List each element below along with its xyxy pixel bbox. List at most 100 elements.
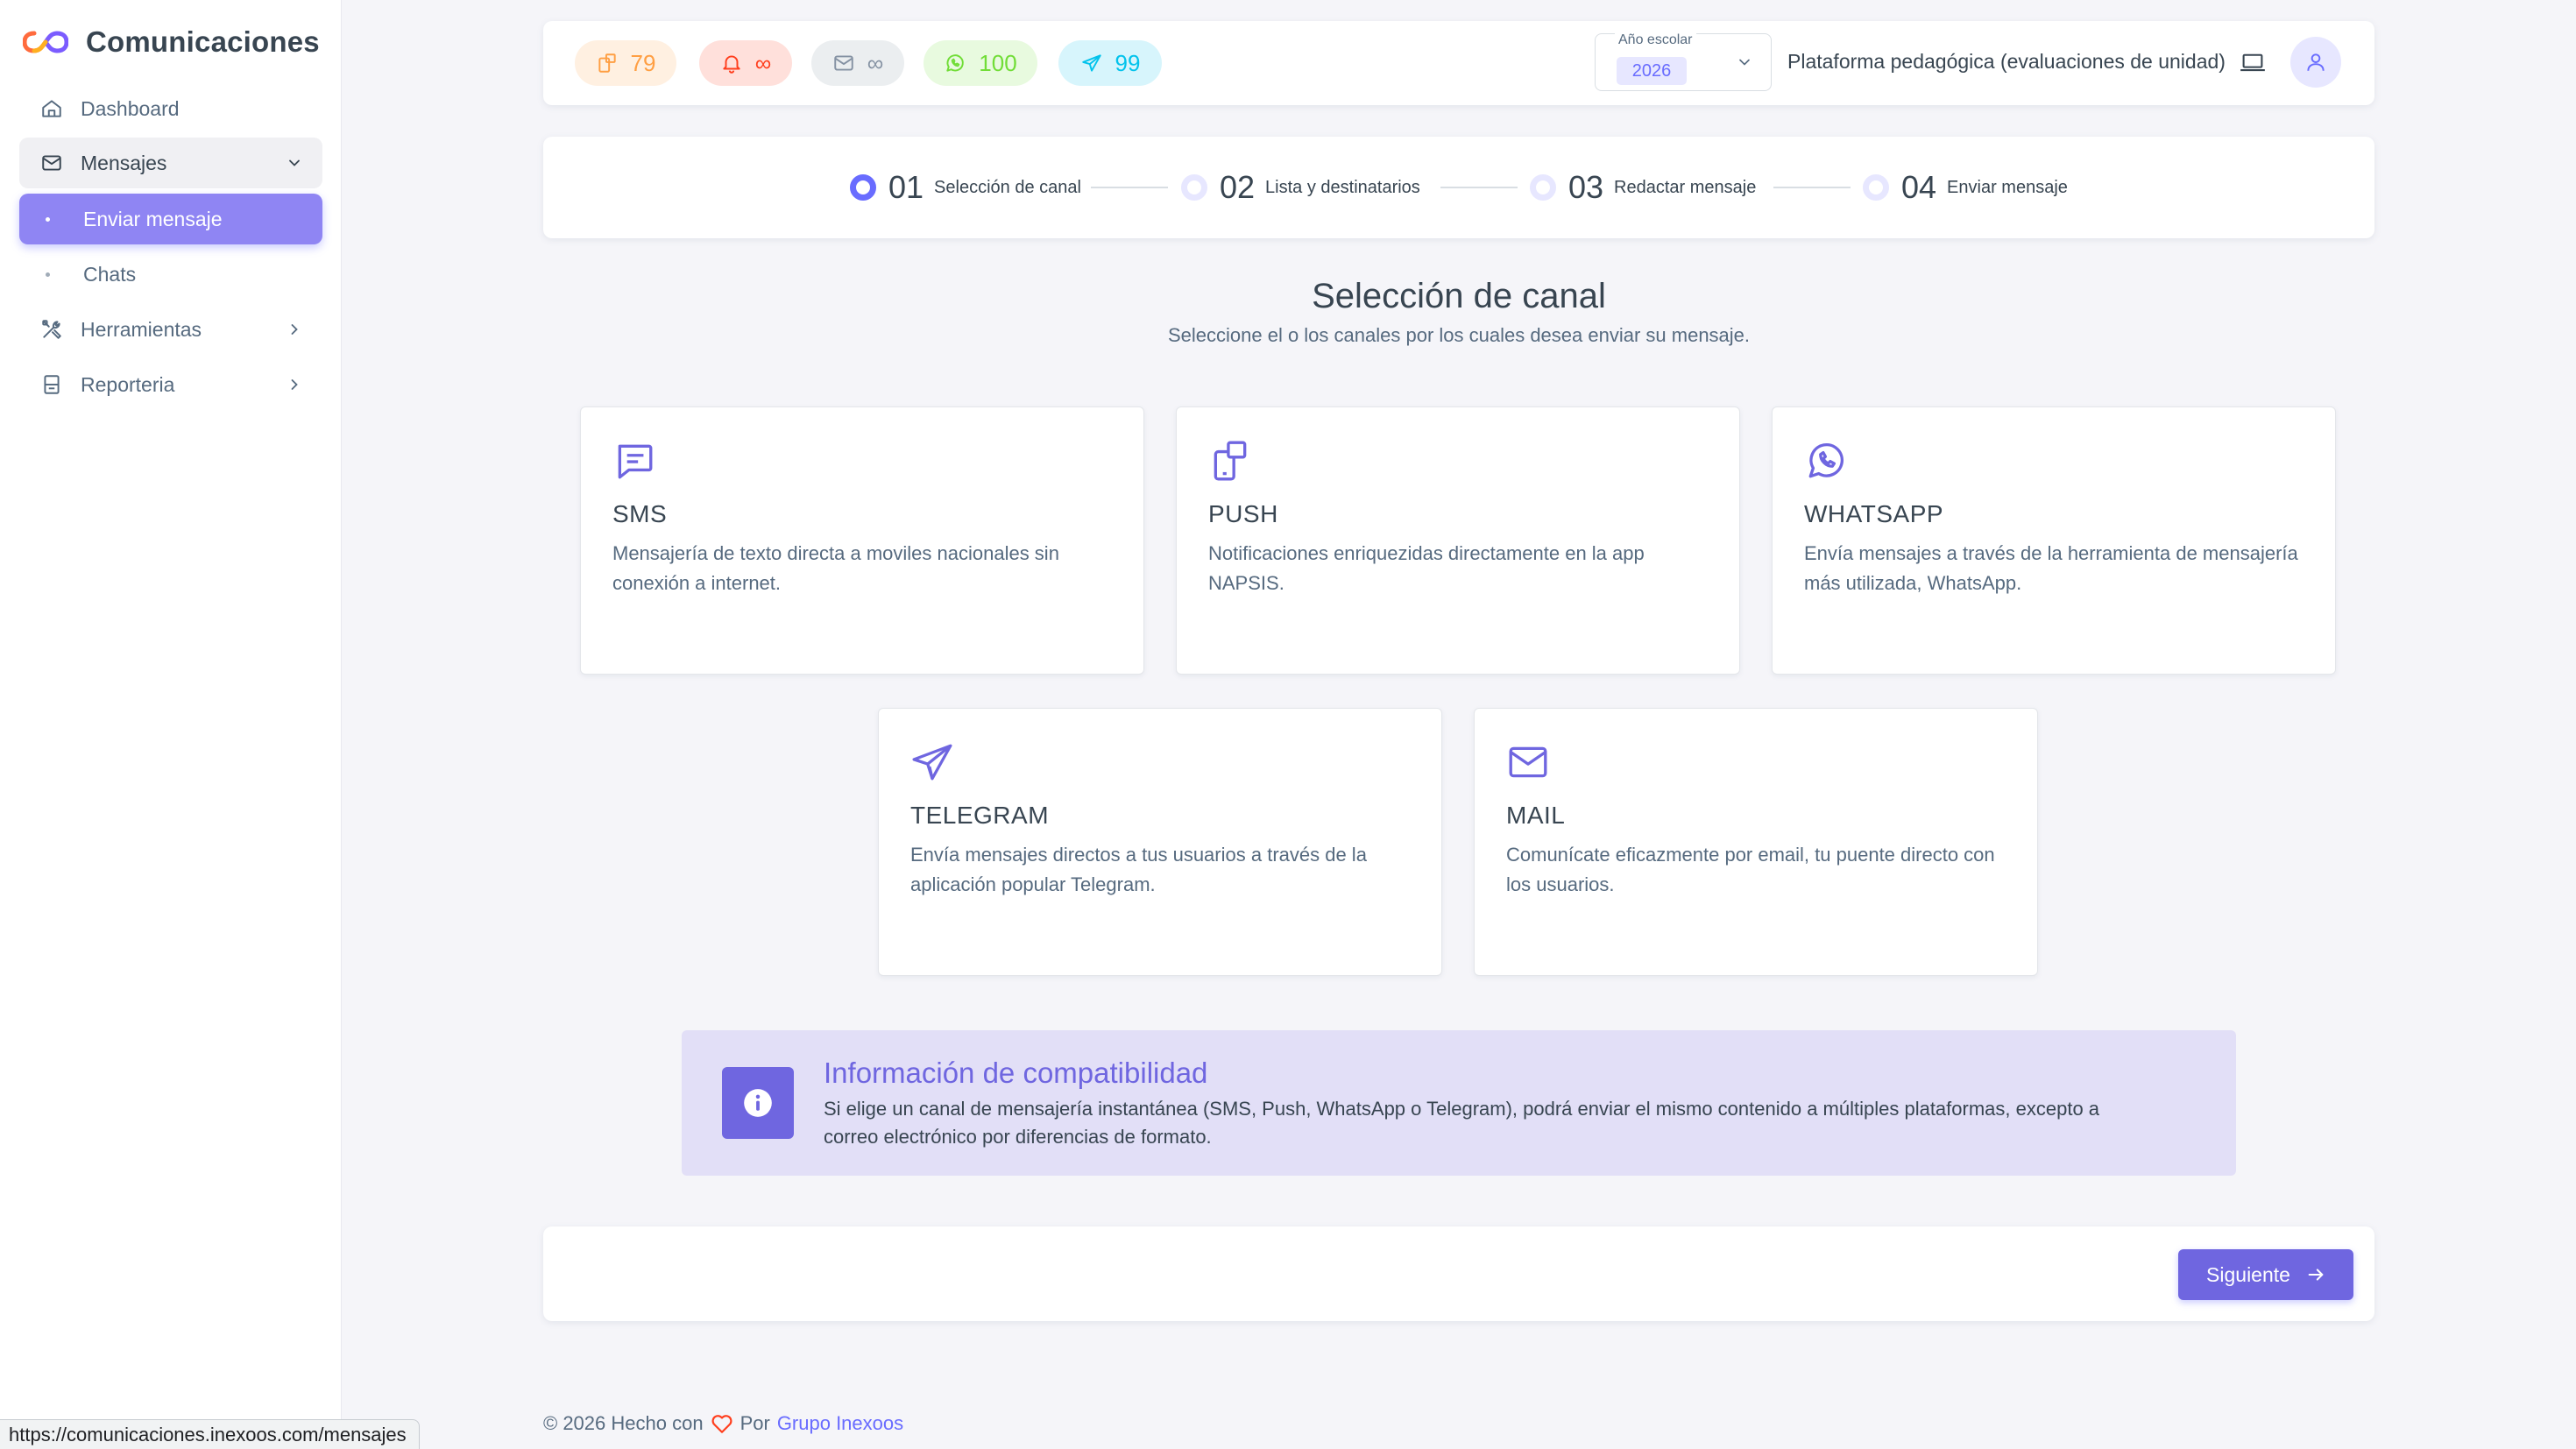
home-icon: [40, 97, 63, 120]
push-counter-badge[interactable]: 79: [575, 40, 676, 86]
infinity-logo-icon: [23, 31, 68, 53]
channel-card-mail[interactable]: MAIL Comunícate eficazmente por email, t…: [1474, 708, 2038, 976]
user-avatar[interactable]: [2290, 37, 2341, 88]
mail-icon: [40, 152, 63, 174]
step-label: Lista y destinatarios: [1265, 177, 1420, 197]
sidebar-item-label: Reporteria: [81, 372, 175, 396]
bullet-dot: [46, 216, 50, 222]
brand[interactable]: Comunicaciones: [23, 21, 320, 63]
page-subtitle: Seleccione el o los canales por los cual…: [1167, 324, 1751, 346]
push-icon: [596, 52, 619, 74]
step-indicator-active: [850, 174, 876, 201]
arrow-right-icon: [2306, 1265, 2325, 1284]
sidebar: Comunicaciones Dashboard Mensajes Enviar…: [0, 0, 342, 1449]
channel-card-push[interactable]: PUSH Notificaciones enriquezidas directa…: [1176, 406, 1740, 675]
sms-icon: [612, 439, 1112, 488]
step-4[interactable]: 04 Enviar mensaje: [1863, 168, 2068, 207]
step-label: Redactar mensaje: [1614, 177, 1757, 197]
next-button[interactable]: Siguiente: [2178, 1249, 2353, 1300]
school-year-label: Año escolar: [1615, 32, 1696, 48]
page-title: Selección de canal: [1312, 277, 1606, 315]
step-indicator: [1863, 174, 1889, 201]
step-1[interactable]: 01 Selección de canal: [850, 168, 1081, 207]
push-count: 79: [630, 49, 656, 76]
info-title: Información de compatibilidad: [824, 1057, 1208, 1089]
laptop-icon[interactable]: [2240, 52, 2266, 74]
chevron-down-icon: [1736, 53, 1753, 71]
step-indicator: [1530, 174, 1556, 201]
school-year-value: 2026: [1617, 57, 1687, 85]
whatsapp-count: 100: [979, 49, 1017, 76]
whatsapp-icon: [1804, 439, 2304, 488]
sidebar-item-label: Enviar mensaje: [83, 207, 223, 230]
channel-title: SMS: [612, 500, 668, 527]
channel-card-telegram[interactable]: TELEGRAM Envía mensajes directos a tus u…: [878, 708, 1442, 976]
telegram-count: 99: [1115, 49, 1141, 76]
push-icon: [1208, 439, 1708, 488]
bell-icon: [720, 52, 743, 74]
footer: © 2026 Hecho con Por Grupo Inexoos: [543, 1412, 903, 1435]
whatsapp-icon: [944, 52, 966, 74]
step-connector: [1440, 187, 1518, 188]
mail-counter-badge[interactable]: ∞: [811, 40, 904, 86]
notification-count: ∞: [754, 49, 772, 76]
channel-description: Envía mensajes directos a tus usuarios a…: [910, 844, 1367, 895]
mail-count: ∞: [867, 49, 884, 76]
step-2[interactable]: 02 Lista y destinatarios: [1181, 168, 1420, 207]
info-text: Si elige un canal de mensajería instantá…: [824, 1098, 2100, 1148]
sidebar-item-chats[interactable]: Chats: [19, 249, 322, 300]
school-year-select[interactable]: Año escolar 2026: [1595, 32, 1772, 91]
channel-title: TELEGRAM: [910, 802, 1050, 829]
step-label: Selección de canal: [934, 177, 1081, 197]
chevron-right-icon: [286, 321, 303, 338]
compatibility-info-alert: Información de compatibilidad Si elige u…: [682, 1030, 2236, 1176]
sidebar-item-label: Mensajes: [81, 151, 167, 174]
mail-icon: [832, 52, 855, 74]
step-label: Enviar mensaje: [1947, 177, 2068, 197]
notification-counter-badge[interactable]: ∞: [699, 40, 792, 86]
brand-title: Comunicaciones: [86, 25, 320, 58]
sidebar-item-dashboard[interactable]: Dashboard: [19, 83, 322, 134]
channel-title: WHATSAPP: [1804, 500, 1944, 527]
channel-description: Envía mensajes a través de la herramient…: [1804, 542, 2298, 594]
sidebar-item-label: Dashboard: [81, 96, 180, 120]
step-3[interactable]: 03 Redactar mensaje: [1530, 168, 1756, 207]
channel-description: Comunícate eficazmente por email, tu pue…: [1506, 844, 1995, 895]
step-number: 04: [1901, 169, 1937, 205]
whatsapp-counter-badge[interactable]: 100: [924, 40, 1037, 86]
channel-title: PUSH: [1208, 500, 1278, 527]
sidebar-item-enviar-mensaje[interactable]: Enviar mensaje: [19, 194, 322, 244]
sidebar-item-mensajes[interactable]: Mensajes: [19, 138, 322, 188]
next-button-label: Siguiente: [2206, 1262, 2290, 1286]
sidebar-item-label: Herramientas: [81, 317, 202, 341]
info-icon: [722, 1067, 794, 1139]
channel-card-whatsapp[interactable]: WHATSAPP Envía mensajes a través de la h…: [1772, 406, 2336, 675]
wizard-action-bar: Siguiente: [543, 1226, 2374, 1321]
chevron-right-icon: [286, 376, 303, 393]
step-connector: [1773, 187, 1851, 188]
channel-title: MAIL: [1506, 802, 1566, 829]
channel-description: Notificaciones enriquezidas directamente…: [1208, 542, 1645, 594]
channel-description: Mensajería de texto directa a moviles na…: [612, 542, 1059, 594]
wizard-stepper: 01 Selección de canal 02 Lista y destina…: [543, 137, 2374, 238]
footer-company-link[interactable]: Grupo Inexoos: [777, 1412, 903, 1435]
chevron-down-icon: [286, 154, 303, 172]
footer-by: Por: [740, 1412, 770, 1434]
sidebar-item-herramientas[interactable]: Herramientas: [19, 304, 322, 355]
bullet-dot: [46, 272, 50, 277]
tools-icon: [40, 318, 63, 341]
footer-copyright: © 2026 Hecho con: [543, 1412, 704, 1434]
sidebar-item-label: Chats: [83, 262, 137, 286]
top-navbar: 79 ∞ ∞ 100 99 Año escolar 2026 Plataform…: [543, 21, 2374, 105]
step-indicator: [1181, 174, 1207, 201]
report-icon: [40, 373, 63, 396]
step-number: 02: [1220, 169, 1256, 205]
telegram-icon: [1080, 52, 1103, 74]
telegram-counter-badge[interactable]: 99: [1058, 40, 1162, 86]
step-number: 01: [888, 169, 924, 205]
sidebar-item-reporteria[interactable]: Reporteria: [19, 359, 322, 410]
platform-name[interactable]: Plataforma pedagógica (evaluaciones de u…: [1787, 50, 2226, 74]
telegram-icon: [910, 740, 1410, 789]
channel-card-sms[interactable]: SMS Mensajería de texto directa a movile…: [580, 406, 1144, 675]
heart-icon: [711, 1413, 733, 1434]
